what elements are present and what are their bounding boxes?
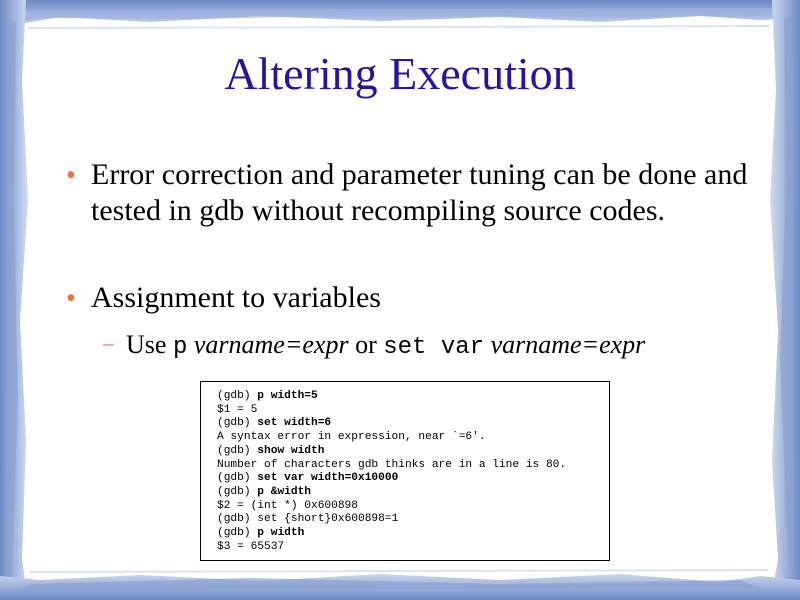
code-line: (gdb) p width [217, 527, 609, 541]
code-prompt: (gdb) [217, 417, 258, 430]
code-text: p &width [257, 485, 312, 498]
code-text: set {short}0x600898=1 [257, 513, 399, 526]
usage-cmd-set-var: set var [383, 334, 485, 361]
code-line: A syntax error in expression, near `=6'. [217, 431, 609, 445]
code-line: (gdb) set {short}0x600898=1 [217, 513, 609, 527]
code-line: (gdb) p width=5 [217, 390, 609, 404]
code-prompt: (gdb) [217, 527, 258, 540]
code-line: (gdb) set width=6 [217, 417, 609, 431]
bullet-marker: • [66, 160, 76, 191]
code-text: Number of characters gdb thinks are in a… [217, 458, 567, 471]
code-text: set width=6 [257, 417, 332, 430]
code-text: set var width=0x10000 [257, 472, 399, 485]
sub-bullet-usage: Use p varname=expr or set var varname=ex… [126, 329, 766, 364]
code-line: (gdb) set var width=0x10000 [217, 472, 609, 486]
code-text: $2 = (int *) 0x600898 [217, 499, 358, 512]
slide-title: Altering Execution [224, 48, 576, 99]
bullet-text-error-correction: Error correction and parameter tuning ca… [91, 158, 748, 227]
code-prompt: (gdb) [217, 444, 258, 457]
bullet-marker: • [66, 283, 76, 314]
code-line: $1 = 5 [217, 404, 609, 418]
code-prompt: (gdb) [217, 513, 258, 526]
gdb-code-box: (gdb) p width=5 $1 = 5 (gdb) set width=6 A … [200, 381, 610, 561]
code-text: A syntax error in expression, near `=6'. [217, 431, 486, 444]
usage-cmd-p: p [172, 334, 188, 361]
code-text: $1 = 5 [217, 403, 258, 416]
usage-or: or [348, 330, 384, 359]
code-prompt: (gdb) [217, 390, 258, 402]
code-text: p width [257, 527, 305, 540]
code-line: (gdb) p &width [217, 486, 609, 500]
usage-expr-2: varname=expr [490, 330, 646, 359]
code-prompt: (gdb) [217, 472, 258, 485]
code-prompt: (gdb) [217, 485, 258, 498]
sub-bullet-dash: – [103, 330, 114, 355]
code-text: p width=5 [257, 390, 318, 402]
code-text: show width [257, 444, 325, 457]
code-line: Number of characters gdb thinks are in a… [217, 459, 609, 473]
slide: Altering Execution • Error correction an… [0, 0, 800, 600]
code-line: $3 = 65537 [217, 541, 609, 555]
code-text: $3 = 65537 [217, 540, 285, 553]
usage-prefix: Use [126, 330, 173, 359]
usage-expr-1: varname=expr [193, 330, 349, 359]
code-line: (gdb) show width [217, 445, 609, 459]
code-line: $2 = (int *) 0x600898 [217, 500, 609, 514]
bullet-text-assignment: Assignment to variables [91, 281, 381, 314]
